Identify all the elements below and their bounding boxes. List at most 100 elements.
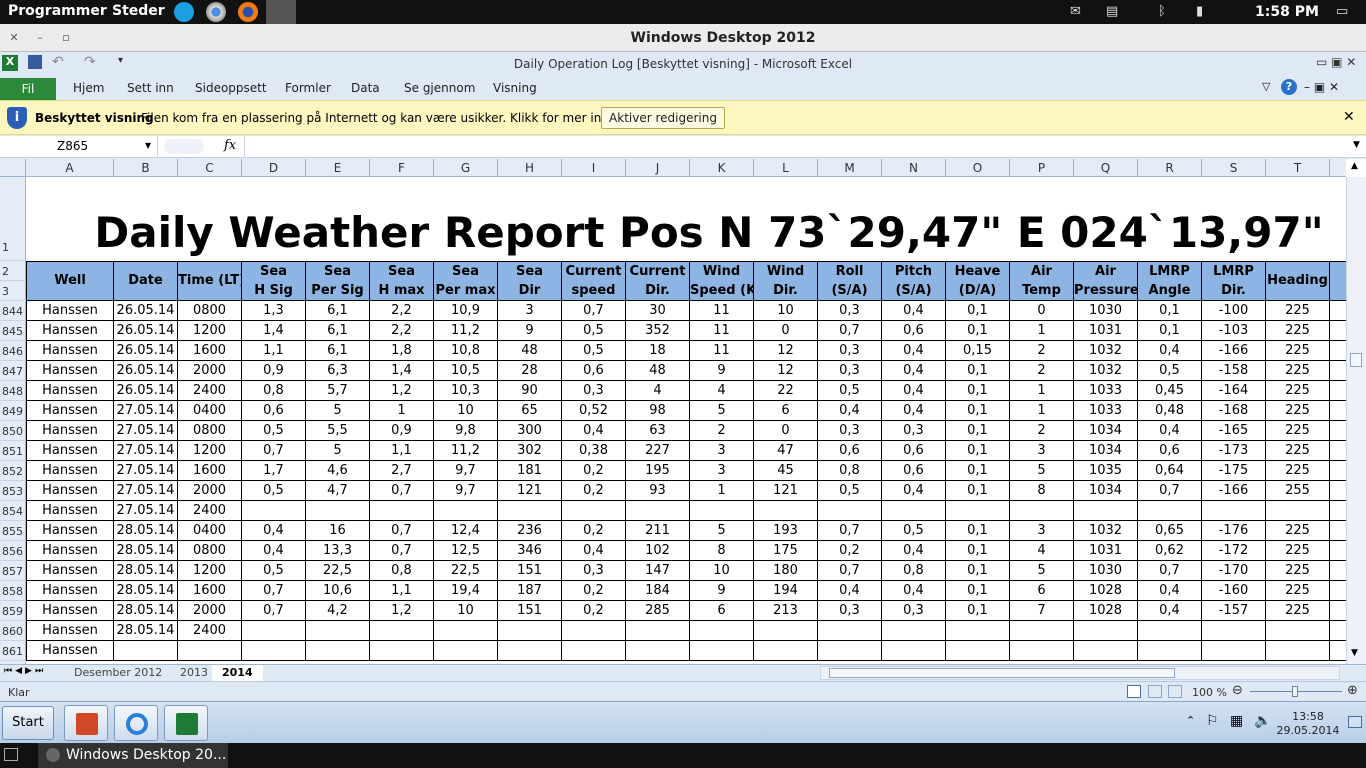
table-cell[interactable] bbox=[306, 501, 370, 521]
chevron-down-icon[interactable]: ▼ bbox=[145, 141, 151, 150]
table-cell[interactable]: 9,7 bbox=[434, 461, 498, 481]
table-cell[interactable]: 0,7 bbox=[818, 321, 882, 341]
table-cell[interactable]: 1 bbox=[1010, 381, 1074, 401]
header-cell[interactable]: Date bbox=[114, 261, 178, 301]
table-cell[interactable]: 2 bbox=[1010, 421, 1074, 441]
row-header[interactable]: 854 bbox=[0, 501, 26, 521]
network-icon[interactable]: ▮ bbox=[1196, 4, 1203, 20]
table-cell[interactable]: 5 bbox=[1010, 461, 1074, 481]
header-cell[interactable]: Current Dir. bbox=[626, 261, 690, 301]
taskbar-internet-explorer-icon[interactable] bbox=[114, 705, 158, 741]
sheet-tab-2014[interactable]: 2014 bbox=[212, 665, 263, 681]
table-cell[interactable] bbox=[1202, 501, 1266, 521]
table-cell[interactable]: 26.05.14 bbox=[114, 381, 178, 401]
expand-formula-bar-icon[interactable]: ▼ bbox=[1353, 140, 1360, 150]
table-cell[interactable]: 28 bbox=[498, 361, 562, 381]
table-cell[interactable]: 0,5 bbox=[882, 521, 946, 541]
table-cell[interactable]: 0,48 bbox=[1138, 401, 1202, 421]
row-header[interactable]: 858 bbox=[0, 581, 26, 601]
top-clock[interactable]: 1:58 PM bbox=[1255, 4, 1319, 20]
table-cell[interactable]: 11 bbox=[690, 321, 754, 341]
table-cell[interactable]: 0,4 bbox=[1138, 341, 1202, 361]
table-cell[interactable]: 1,7 bbox=[242, 461, 306, 481]
table-cell[interactable]: 1200 bbox=[178, 441, 242, 461]
table-cell[interactable]: 225 bbox=[1266, 581, 1330, 601]
table-cell[interactable]: 225 bbox=[1266, 401, 1330, 421]
table-cell[interactable]: 1032 bbox=[1074, 341, 1138, 361]
table-cell[interactable]: 47 bbox=[754, 441, 818, 461]
table-cell[interactable] bbox=[1010, 621, 1074, 641]
table-cell[interactable]: 0,7 bbox=[370, 541, 434, 561]
row-header[interactable]: 848 bbox=[0, 381, 26, 401]
header-cell[interactable]: Wind Speed (KTS bbox=[690, 261, 754, 301]
insert-function-icon[interactable]: fx bbox=[224, 138, 236, 153]
table-cell[interactable]: 6 bbox=[690, 601, 754, 621]
header-cell[interactable]: Pitch (S/A) bbox=[882, 261, 946, 301]
table-cell[interactable]: 12,5 bbox=[434, 541, 498, 561]
row-header[interactable]: 856 bbox=[0, 541, 26, 561]
table-cell[interactable]: 10,9 bbox=[434, 301, 498, 321]
table-cell[interactable]: 3 bbox=[1010, 521, 1074, 541]
table-cell[interactable]: 5,5 bbox=[306, 421, 370, 441]
table-cell[interactable]: 28.05.14 bbox=[114, 581, 178, 601]
table-cell[interactable] bbox=[178, 641, 242, 661]
row-header[interactable]: 846 bbox=[0, 341, 26, 361]
zoom-level[interactable]: 100 % bbox=[1192, 686, 1227, 699]
table-cell[interactable]: 3 bbox=[690, 461, 754, 481]
table-cell[interactable]: 4,2 bbox=[306, 601, 370, 621]
table-cell[interactable]: 5,7 bbox=[306, 381, 370, 401]
table-cell[interactable]: 2400 bbox=[178, 621, 242, 641]
table-cell[interactable]: 0,64 bbox=[1138, 461, 1202, 481]
header-cell[interactable]: Air Temp bbox=[1010, 261, 1074, 301]
worksheet-grid[interactable]: ABCDEFGHIJKLMNOPQRST 1 2 3 844 845 846 847 848 8… bbox=[0, 159, 1366, 664]
table-cell[interactable] bbox=[1266, 501, 1330, 521]
table-cell[interactable] bbox=[882, 641, 946, 661]
table-cell[interactable]: 0,7 bbox=[818, 521, 882, 541]
table-cell[interactable]: 121 bbox=[754, 481, 818, 501]
table-cell[interactable] bbox=[818, 501, 882, 521]
table-cell[interactable]: 0,5 bbox=[1138, 361, 1202, 381]
table-cell[interactable] bbox=[882, 621, 946, 641]
table-cell[interactable]: 1600 bbox=[178, 341, 242, 361]
taskbar-powerpoint-icon[interactable] bbox=[64, 705, 108, 741]
table-cell[interactable] bbox=[498, 621, 562, 641]
enable-editing-button[interactable]: Aktiver redigering bbox=[601, 107, 725, 129]
table-cell[interactable]: 0,6 bbox=[882, 321, 946, 341]
table-cell[interactable]: 8 bbox=[1010, 481, 1074, 501]
table-cell[interactable]: 0,4 bbox=[562, 421, 626, 441]
row-header[interactable]: 860 bbox=[0, 621, 26, 641]
table-cell[interactable]: 0,1 bbox=[946, 361, 1010, 381]
tab-review[interactable]: Se gjennom bbox=[404, 81, 475, 95]
table-cell[interactable]: 175 bbox=[754, 541, 818, 561]
table-cell[interactable]: 0800 bbox=[178, 301, 242, 321]
row-header[interactable]: 857 bbox=[0, 561, 26, 581]
table-cell[interactable] bbox=[818, 641, 882, 661]
show-hidden-icons[interactable]: ⌃ bbox=[1186, 714, 1195, 727]
table-cell[interactable]: -170 bbox=[1202, 561, 1266, 581]
header-cell[interactable]: Sea Dir bbox=[498, 261, 562, 301]
row-header[interactable]: 861 bbox=[0, 641, 26, 661]
table-cell[interactable]: 225 bbox=[1266, 541, 1330, 561]
table-cell[interactable]: 1028 bbox=[1074, 581, 1138, 601]
mail-icon[interactable]: ✉ bbox=[1070, 4, 1081, 20]
table-cell[interactable]: 0,1 bbox=[946, 381, 1010, 401]
table-cell[interactable]: 1034 bbox=[1074, 481, 1138, 501]
network-tray-icon[interactable]: ▦ bbox=[1230, 713, 1243, 729]
table-cell[interactable]: 2400 bbox=[178, 501, 242, 521]
column-header-l[interactable]: L bbox=[754, 159, 818, 177]
table-cell[interactable] bbox=[754, 501, 818, 521]
header-cell[interactable]: Heave (D/A) bbox=[946, 261, 1010, 301]
table-cell[interactable]: 0,8 bbox=[818, 461, 882, 481]
table-cell[interactable] bbox=[306, 641, 370, 661]
table-cell[interactable]: 90 bbox=[498, 381, 562, 401]
table-cell[interactable]: 1,2 bbox=[370, 381, 434, 401]
table-cell[interactable]: 227 bbox=[626, 441, 690, 461]
table-cell[interactable]: 12 bbox=[754, 361, 818, 381]
table-cell[interactable]: 0,2 bbox=[562, 481, 626, 501]
table-cell[interactable]: 0,6 bbox=[882, 461, 946, 481]
table-cell[interactable]: Hanssen bbox=[26, 341, 114, 361]
table-cell[interactable]: 236 bbox=[498, 521, 562, 541]
table-cell[interactable]: 0,4 bbox=[562, 541, 626, 561]
table-cell[interactable]: -164 bbox=[1202, 381, 1266, 401]
name-box[interactable]: Z865 ▼ bbox=[0, 136, 158, 157]
